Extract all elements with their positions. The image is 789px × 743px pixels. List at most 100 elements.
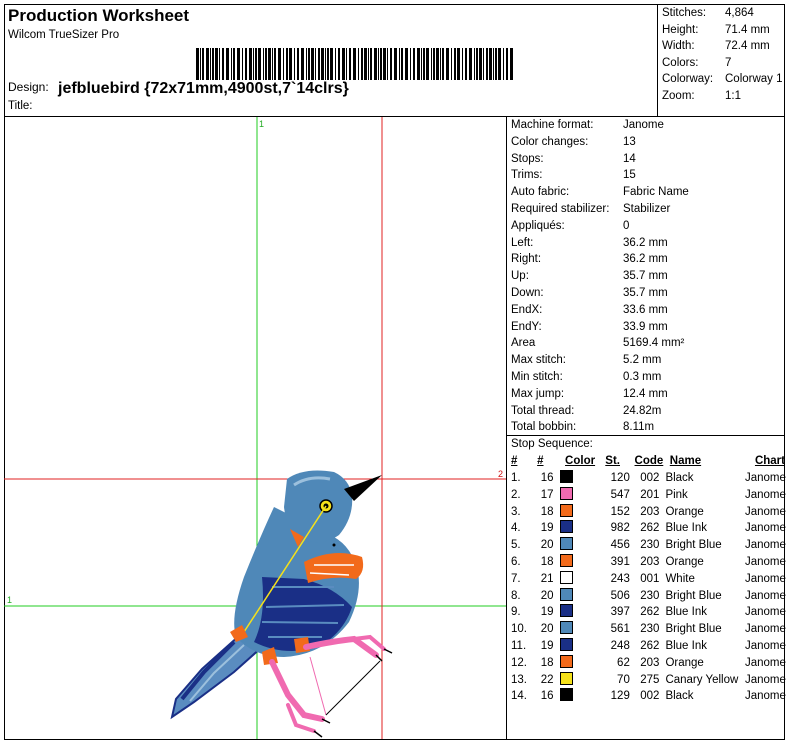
stat-row: Stitches: 4,864 bbox=[662, 5, 783, 22]
info-value: 14 bbox=[623, 152, 636, 165]
stop-number: 19 bbox=[540, 639, 554, 652]
stop-number: 21 bbox=[540, 572, 554, 585]
col-stitches: St. bbox=[605, 455, 620, 467]
stop-number: 19 bbox=[540, 522, 554, 535]
color-swatch-cell bbox=[556, 671, 601, 689]
stop-index: 9. bbox=[511, 606, 521, 619]
header-left-panel: Production Worksheet Wilcom TrueSizer Pr… bbox=[4, 4, 658, 116]
info-row: Machine format: Janome bbox=[507, 117, 784, 134]
stop-index: 8. bbox=[511, 589, 521, 602]
info-row: Down: 35.7 mm bbox=[507, 285, 784, 302]
guide-label-right: 2 bbox=[498, 469, 503, 479]
thread-name: Orange bbox=[665, 505, 704, 518]
info-row: Stops: 14 bbox=[507, 151, 784, 168]
stop-number: 18 bbox=[540, 656, 554, 669]
col-number: # bbox=[537, 455, 544, 467]
thread-code: 203 bbox=[640, 505, 660, 518]
info-value: 8.11m bbox=[623, 421, 655, 434]
stat-label: Colorway: bbox=[662, 73, 714, 85]
info-row: EndX: 33.6 mm bbox=[507, 302, 784, 319]
stop-sequence-rows: 1. 16 120 002 Black Janome 2. 17 547 201 Pink Janom… bbox=[507, 470, 786, 705]
info-value: 33.6 mm bbox=[623, 303, 668, 316]
stop-stitches: 129 bbox=[610, 690, 630, 703]
info-row: EndY: 33.9 mm bbox=[507, 319, 784, 336]
info-value: 15 bbox=[623, 169, 636, 182]
info-value: Fabric Name bbox=[623, 186, 689, 199]
stop-stitches: 547 bbox=[610, 488, 630, 501]
thread-code: 001 bbox=[640, 572, 660, 585]
stat-label: Width: bbox=[662, 40, 695, 52]
design-preview: 1 1 2 bbox=[4, 117, 507, 739]
software-name: Wilcom TrueSizer Pro bbox=[8, 29, 120, 41]
info-label: Left: bbox=[511, 236, 534, 249]
thread-chart: Janome bbox=[744, 539, 786, 552]
info-label: Area bbox=[511, 337, 536, 350]
thread-code: 230 bbox=[640, 589, 660, 602]
stat-value: 4,864 bbox=[725, 7, 754, 19]
color-swatch-cell bbox=[556, 637, 601, 655]
info-row: Appliqués: 0 bbox=[507, 218, 784, 235]
stop-stitches: 243 bbox=[610, 572, 630, 585]
stat-row: Colors: 7 bbox=[662, 55, 783, 72]
info-label: Down: bbox=[511, 286, 544, 299]
info-label: Max jump: bbox=[511, 387, 565, 400]
stop-stitches: 561 bbox=[610, 623, 630, 636]
bird-illustration bbox=[170, 470, 393, 738]
color-swatch-cell bbox=[556, 553, 601, 571]
design-label: Design: bbox=[8, 80, 49, 94]
stop-number: 20 bbox=[540, 589, 554, 602]
thread-chart: Janome bbox=[744, 555, 786, 568]
col-color: Color bbox=[565, 455, 596, 467]
stop-row: 5. 20 456 230 Bright Blue Janome bbox=[507, 537, 786, 554]
stop-stitches: 391 bbox=[610, 555, 630, 568]
info-value: 35.7 mm bbox=[623, 286, 668, 299]
stop-index: 12. bbox=[511, 656, 527, 669]
stop-index: 6. bbox=[511, 555, 521, 568]
stop-row: 2. 17 547 201 Pink Janome bbox=[507, 486, 786, 504]
info-row: Total thread: 24.82m bbox=[507, 403, 784, 420]
stat-value: 7 bbox=[725, 56, 732, 69]
thread-name: Pink bbox=[665, 488, 688, 501]
color-swatch-cell bbox=[556, 570, 601, 588]
thread-chart: Janome bbox=[744, 606, 786, 619]
stat-value: 1:1 bbox=[725, 89, 741, 102]
color-swatch bbox=[559, 503, 573, 517]
stat-label: Zoom: bbox=[662, 89, 695, 102]
color-swatch-cell bbox=[556, 470, 601, 487]
stop-stitches: 152 bbox=[610, 505, 630, 518]
thread-code: 203 bbox=[640, 555, 660, 568]
color-swatch bbox=[559, 671, 573, 685]
stop-row: 7. 21 243 001 White Janome bbox=[507, 570, 786, 588]
stop-number: 17 bbox=[540, 488, 554, 501]
thread-code: 230 bbox=[640, 539, 660, 552]
color-swatch-cell bbox=[556, 604, 601, 621]
design-value: jefbluebird {72x71mm,4900st,7`14clrs} bbox=[58, 80, 349, 97]
stop-stitches: 120 bbox=[610, 472, 630, 484]
stop-stitches: 248 bbox=[610, 639, 630, 652]
thread-chart: Janome bbox=[744, 656, 786, 669]
info-value: 33.9 mm bbox=[623, 320, 668, 333]
stat-label: Colors: bbox=[662, 56, 699, 69]
thread-code: 262 bbox=[640, 606, 660, 619]
info-value: 0.3 mm bbox=[623, 370, 662, 383]
thread-name: Black bbox=[665, 472, 694, 484]
info-row: Trims: 15 bbox=[507, 167, 784, 184]
title-label: Title: bbox=[8, 100, 33, 112]
stop-number: 22 bbox=[540, 673, 554, 686]
color-swatch-cell bbox=[556, 486, 601, 504]
thread-name: Bright Blue bbox=[665, 623, 722, 636]
info-label: Stops: bbox=[511, 152, 544, 165]
color-swatch bbox=[559, 553, 573, 567]
info-row: Total bobbin: 8.11m bbox=[507, 419, 784, 436]
info-label: EndX: bbox=[511, 303, 543, 316]
thread-code: 002 bbox=[640, 690, 660, 703]
stop-index: 4. bbox=[511, 522, 521, 535]
thread-code: 203 bbox=[640, 656, 660, 669]
stop-index: 10. bbox=[511, 623, 527, 636]
thread-name: White bbox=[665, 572, 695, 585]
info-row: Color changes: 13 bbox=[507, 134, 784, 151]
stat-row: Colorway: Colorway 1 bbox=[662, 71, 783, 88]
info-row: Right: 36.2 mm bbox=[507, 251, 784, 268]
col-name: Name bbox=[669, 455, 702, 467]
info-value: 12.4 mm bbox=[623, 387, 668, 400]
